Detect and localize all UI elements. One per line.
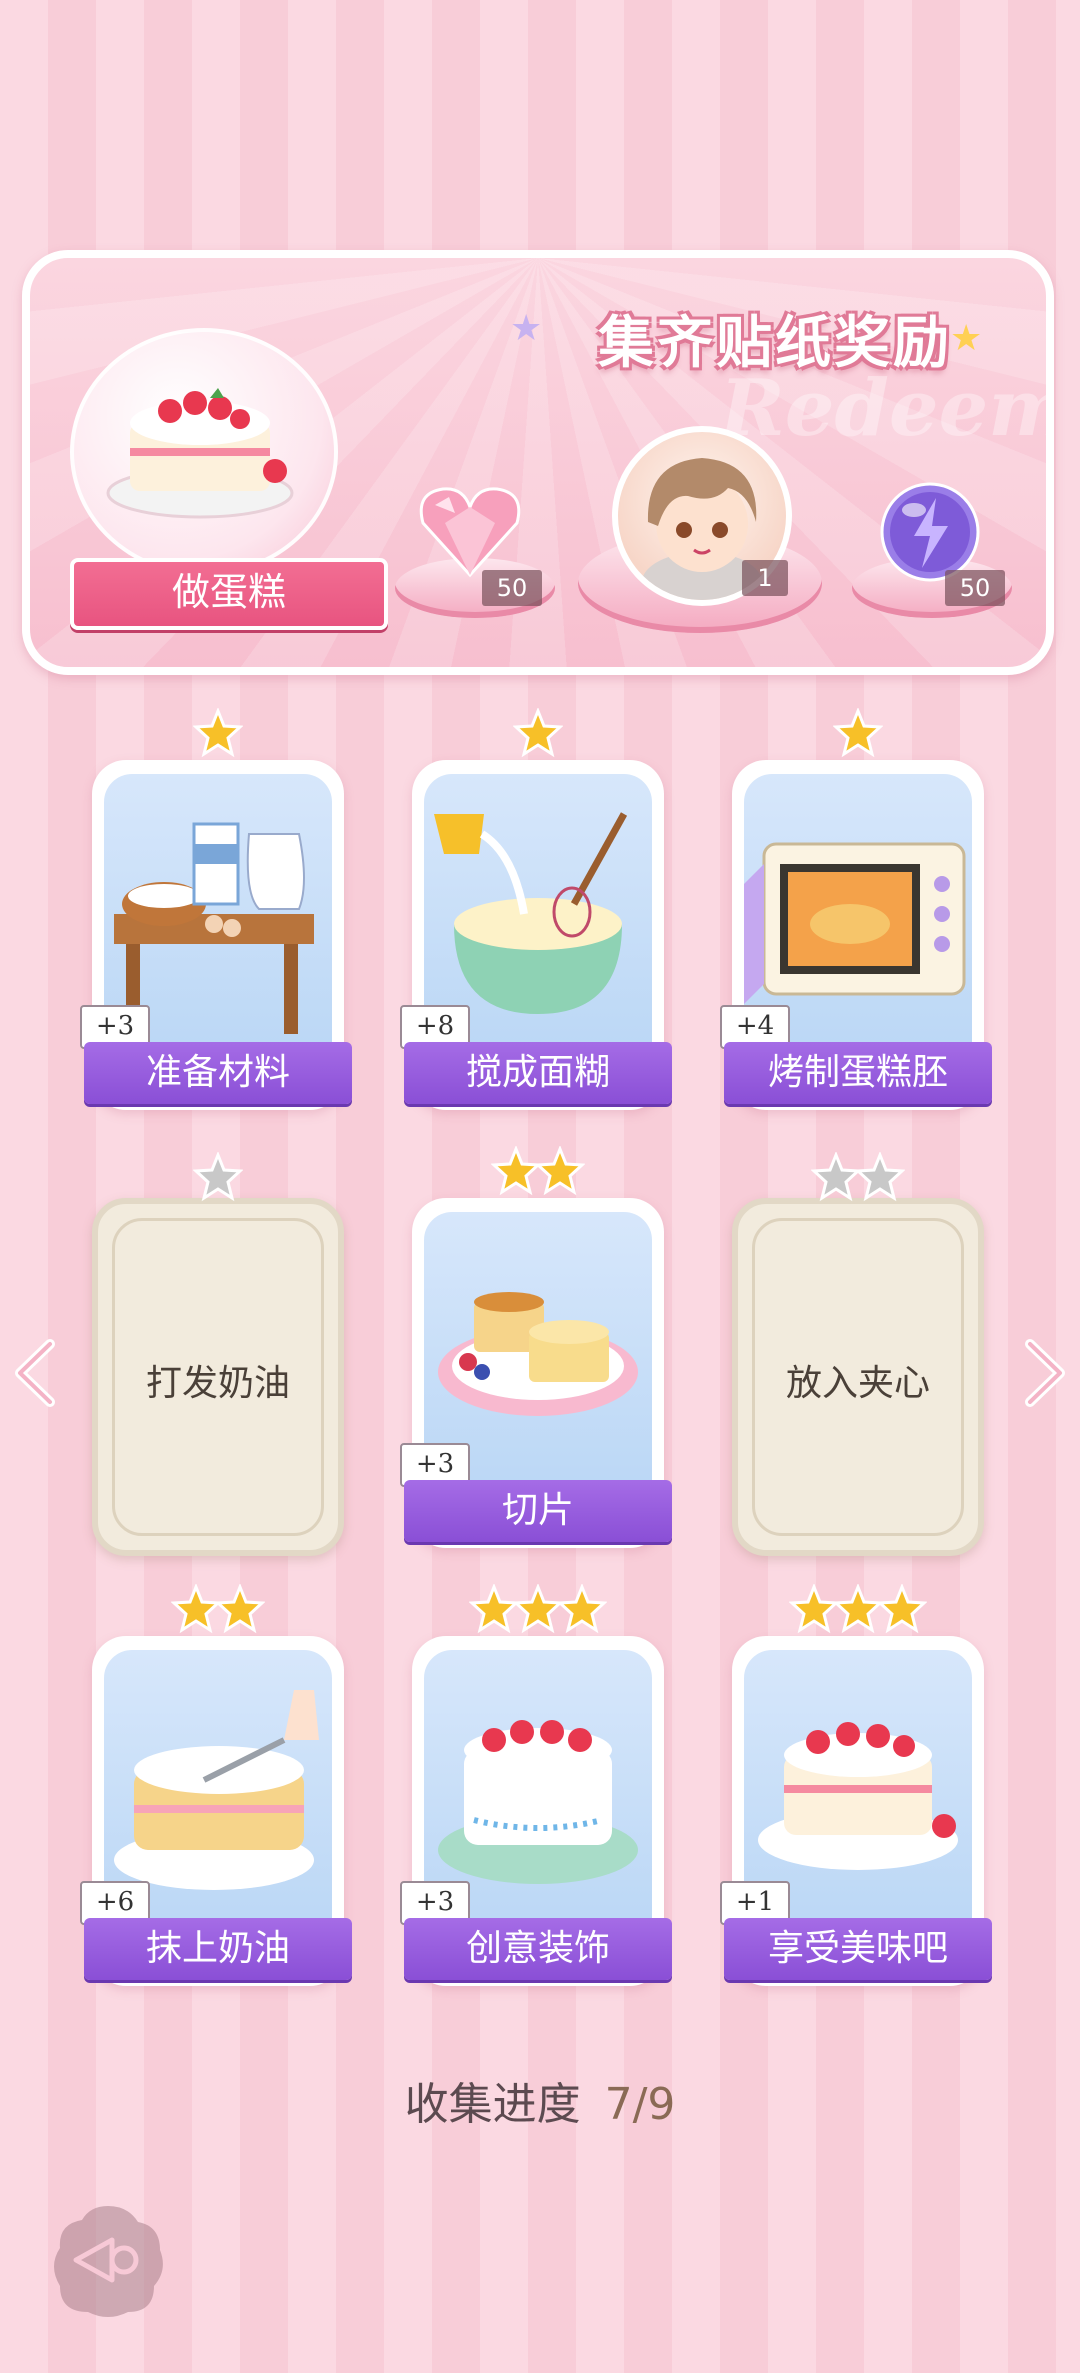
- star-gold-icon: [512, 1582, 564, 1634]
- star-gray-icon: [854, 1150, 906, 1202]
- banner-watermark: Redeem: [720, 363, 1054, 454]
- card-label: 切片: [404, 1480, 672, 1542]
- star-gold-icon: [534, 1144, 586, 1196]
- star-gold-icon: [876, 1582, 928, 1634]
- card-stars: [92, 1582, 344, 1638]
- card-label: 打发奶油: [145, 1363, 290, 1404]
- star-gold-icon: [468, 1582, 520, 1634]
- card-label: 抹上奶油: [84, 1918, 352, 1980]
- star-deco-left-icon: ★: [510, 308, 543, 349]
- progress-label: 收集进度: [404, 2079, 581, 2130]
- star-gold-icon: [788, 1582, 840, 1634]
- star-gold-icon: [832, 706, 884, 758]
- step-card-1[interactable]: +3 准备材料: [80, 706, 352, 1110]
- banner-title: 集齐贴纸奖励: [598, 311, 952, 376]
- card-stars: [732, 706, 984, 762]
- step-card-2[interactable]: +8 搅成面糊: [400, 706, 672, 1110]
- star-gold-icon: [490, 1144, 542, 1196]
- energy-orb-icon[interactable]: [878, 480, 982, 584]
- step-card-7[interactable]: +6 抹上奶油: [80, 1582, 352, 1986]
- step-card-9[interactable]: +1 享受美味吧: [720, 1582, 992, 1986]
- card-stars: [412, 706, 664, 762]
- star-gray-icon: [810, 1150, 862, 1202]
- star-gold-icon: [192, 706, 244, 758]
- card-stars: [732, 1150, 984, 1206]
- step-card-6-locked[interactable]: 放入夹心: [732, 1150, 984, 1556]
- step-card-8[interactable]: +3 创意装饰: [400, 1582, 672, 1986]
- card-stars: [92, 1150, 344, 1206]
- reward-count-1: 50: [482, 570, 542, 606]
- star-gray-icon: [192, 1150, 244, 1202]
- card-label: 享受美味吧: [724, 1918, 992, 1980]
- reward-count-3: 50: [945, 570, 1005, 606]
- reward-count-2: 1: [742, 560, 788, 596]
- star-gold-icon: [214, 1582, 266, 1634]
- step-card-3[interactable]: +4 烤制蛋糕胚: [720, 706, 992, 1110]
- card-stars: [412, 1144, 664, 1200]
- progress-value: 7/9: [604, 2079, 676, 2130]
- next-page-arrow-icon[interactable]: [1020, 1338, 1070, 1408]
- step-card-4-locked[interactable]: 打发奶油: [92, 1150, 344, 1556]
- star-gold-icon: [832, 1582, 884, 1634]
- card-label: 创意装饰: [404, 1918, 672, 1980]
- strawberry-cake-icon: [106, 388, 294, 519]
- card-stars: [92, 706, 344, 762]
- heart-gem-icon[interactable]: [415, 483, 525, 583]
- collection-progress: 收集进度 7/9: [0, 2068, 1080, 2132]
- star-gold-icon: [512, 706, 564, 758]
- star-gold-icon: [170, 1582, 222, 1634]
- step-card-5[interactable]: +3 切片: [400, 1144, 672, 1548]
- card-stars: [732, 1582, 984, 1638]
- card-label: 烤制蛋糕胚: [724, 1042, 992, 1104]
- card-label: 准备材料: [84, 1042, 352, 1104]
- card-label: 搅成面糊: [404, 1042, 672, 1104]
- prev-page-arrow-icon[interactable]: [10, 1338, 60, 1408]
- card-label: 放入夹心: [785, 1363, 930, 1404]
- card-stars: [412, 1582, 664, 1638]
- reward-banner: Redeem ★ ★ 集齐贴纸奖励 做蛋糕 50 1 50: [22, 250, 1054, 675]
- back-button-icon[interactable]: [48, 2200, 168, 2320]
- main-reward-label: 做蛋糕: [70, 558, 388, 630]
- star-gold-icon: [556, 1582, 608, 1634]
